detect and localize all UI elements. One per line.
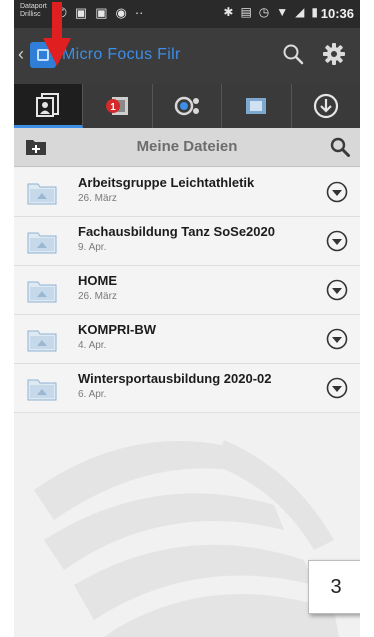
wifi-icon: ▼ [276,5,289,19]
tab-net-folders[interactable] [222,84,292,128]
more-notifications-icon: ·· [134,5,144,20]
folder-icon [27,281,57,303]
section-header: Meine Dateien [14,128,360,167]
tab-my-files[interactable] [14,84,84,128]
net-folders-icon [246,98,267,114]
file-date: 9. Apr. [78,242,107,253]
tab-bar: 1 [14,84,360,128]
chevron-down-circle-icon[interactable] [326,181,348,203]
file-date: 26. März [78,291,117,302]
list-item[interactable]: Wintersportausbildung 2020-02 6. Apr. [14,364,360,413]
list-item[interactable]: Fachausbildung Tanz SoSe2020 9. Apr. [14,217,360,266]
file-name: Arbeitsgruppe Leichtathletik [78,175,255,190]
tab-shared-by-me[interactable] [153,84,223,128]
file-date: 26. März [78,193,117,204]
folder-icon [27,379,57,401]
folder-icon [27,232,57,254]
my-files-icon [36,92,60,117]
battery-icon: ▮ [311,5,318,19]
search-icon[interactable] [330,137,350,157]
briefcase-icon: ▣ [95,5,108,20]
notification-badge: 1 [110,102,116,113]
file-name: KOMPRI-BW [78,322,156,337]
file-date: 6. Apr. [78,389,107,400]
shared-by-me-icon [174,96,200,116]
chevron-down-circle-icon[interactable] [326,377,348,399]
chevron-down-circle-icon[interactable] [326,230,348,252]
bluetooth-icon: ✱ [223,5,234,19]
page-number-badge: 3 [308,560,360,614]
list-item[interactable]: KOMPRI-BW 4. Apr. [14,315,360,364]
app-title: Micro Focus Filr [62,46,181,63]
app-screen: Dataport Drillisc ✆ ▣ ▣ ◉ ·· ✱ ▤ ◷ ▼ ◢ ▮… [14,0,360,637]
nfc-icon: ▤ [240,5,252,19]
section-title: Meine Dateien [136,138,238,155]
chevron-down-circle-icon[interactable] [326,328,348,350]
signal-icon: ◢ [295,5,305,19]
tab-downloads[interactable] [292,84,360,128]
list-item[interactable]: HOME 26. März [14,266,360,315]
folder-icon [27,183,57,205]
app-notification-icon: ◉ [115,5,127,20]
alarm-icon: ◷ [258,5,270,19]
search-icon[interactable] [282,43,304,65]
clock: 10:36 [320,6,354,21]
system-icons: ✱ ▤ ◷ ▼ ◢ ▮ [223,5,318,19]
file-list: Arbeitsgruppe Leichtathletik 26. März Fa… [14,168,360,413]
tab-shared-with-me[interactable]: 1 [83,84,153,128]
chevron-down-circle-icon[interactable] [326,279,348,301]
folder-icon [27,330,57,352]
briefcase-icon: ▣ [74,5,88,20]
file-name: HOME [78,273,117,288]
gear-icon[interactable] [322,42,346,66]
shared-with-me-icon: 1 [105,97,128,115]
list-item[interactable]: Arbeitsgruppe Leichtathletik 26. März [14,168,360,217]
downloads-icon [313,93,338,119]
annotation-arrow-icon [43,2,71,66]
file-name: Fachausbildung Tanz SoSe2020 [78,224,275,239]
file-date: 4. Apr. [78,340,107,351]
file-name: Wintersportausbildung 2020-02 [78,371,272,386]
chevron-left-icon[interactable]: ‹ [18,44,24,65]
